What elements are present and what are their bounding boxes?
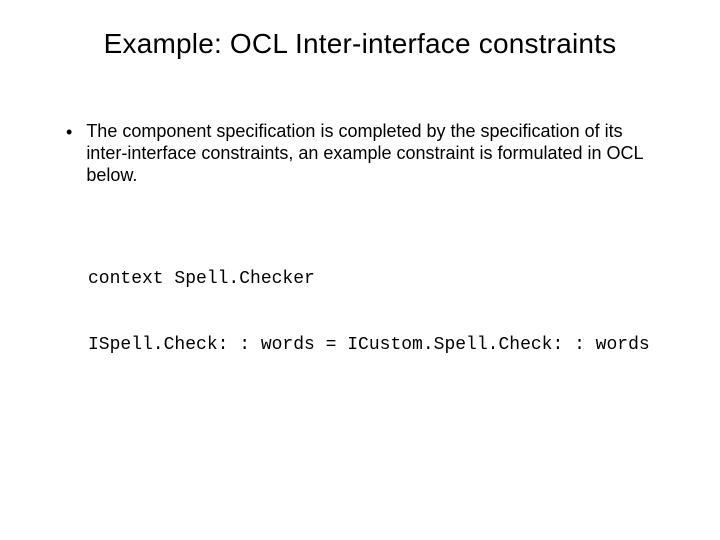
bullet-dot-icon: • [66,121,72,143]
code-line-1: context Spell.Checker [88,268,664,290]
slide: Example: OCL Inter-interface constraints… [0,0,720,540]
page-title: Example: OCL Inter-interface constraints [56,28,664,60]
code-line-2: ISpell.Check: : words = ICustom.Spell.Ch… [88,334,664,356]
bullet-text: The component specification is completed… [86,120,664,186]
ocl-code-block: context Spell.Checker ISpell.Check: : wo… [88,224,664,400]
bullet-item: • The component specification is complet… [66,120,664,186]
